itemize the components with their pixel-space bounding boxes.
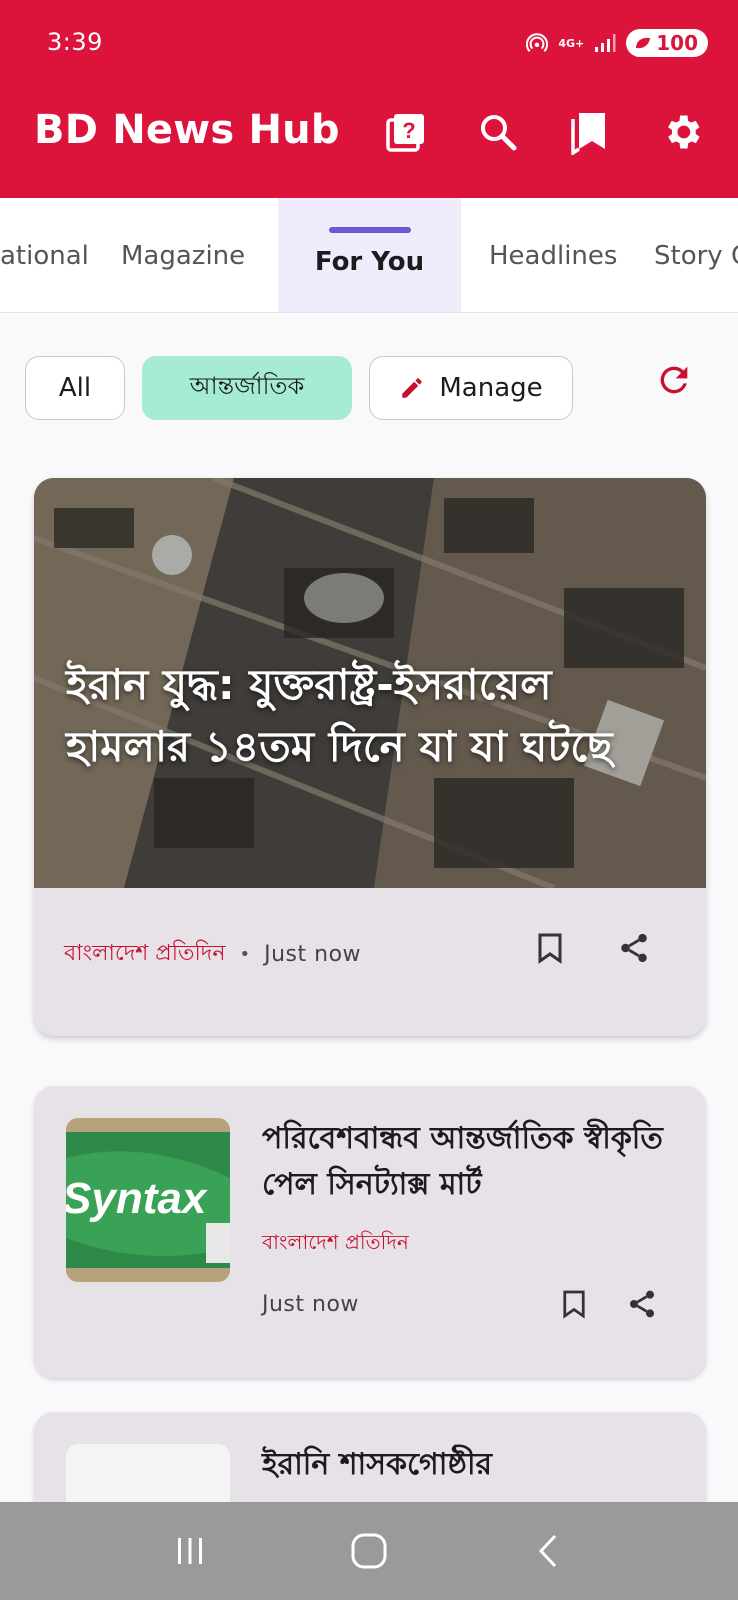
bookmark-icon bbox=[563, 1290, 585, 1319]
tab-headlines[interactable]: Headlines bbox=[489, 198, 629, 312]
leaf-icon bbox=[636, 37, 651, 49]
network-type-icon: 4G+ bbox=[558, 36, 585, 50]
thumb-logo-text: Syntax bbox=[66, 1174, 208, 1223]
tab-magazine[interactable]: Magazine bbox=[121, 198, 271, 312]
featured-article-title: ইরান যুদ্ধ: যুক্তরাষ্ট্র-ইসরায়েল হামলার… bbox=[66, 660, 613, 771]
meta-separator: • bbox=[239, 944, 251, 965]
chip-international[interactable]: আন্তর্জাতিক bbox=[142, 356, 352, 420]
bookmark-icon bbox=[538, 933, 562, 964]
search-icon bbox=[481, 115, 517, 151]
battery-level: 100 bbox=[656, 31, 698, 55]
refresh-button[interactable] bbox=[652, 358, 696, 402]
status-time: 3:39 bbox=[47, 28, 103, 56]
chip-all[interactable]: All bbox=[25, 356, 125, 420]
article-time: Just now bbox=[264, 942, 362, 967]
back-icon bbox=[539, 1534, 557, 1568]
manage-chip[interactable]: Manage bbox=[369, 356, 573, 420]
share-icon bbox=[630, 1290, 654, 1318]
bookmark-button[interactable] bbox=[528, 926, 572, 970]
help-button[interactable]: ? bbox=[380, 106, 432, 158]
help-icon: ? bbox=[386, 114, 424, 152]
top-app-bar: 3:39 4G+ 100 BD News Hub ? bbox=[0, 0, 738, 198]
article-card[interactable]: Syntax পরিবেশবান্ধব আন্তর্জাতিক স্বীকৃতি… bbox=[34, 1086, 706, 1378]
share-button[interactable] bbox=[620, 1282, 664, 1326]
featured-article-card[interactable]: ইরান যুদ্ধ: যুক্তরাষ্ট্র-ইসরায়েল হামলার… bbox=[34, 478, 706, 1036]
article-time: Just now bbox=[262, 1292, 359, 1317]
bookmarks-button[interactable] bbox=[564, 106, 616, 158]
article-thumbnail: Syntax bbox=[66, 1118, 230, 1282]
category-tabs: ational Magazine For You Headlines Story… bbox=[0, 198, 738, 313]
article-title: ইরানি শাসকগোষ্ঠীর bbox=[262, 1447, 493, 1482]
hotspot-icon bbox=[526, 32, 549, 54]
featured-article-image: ইরান যুদ্ধ: যুক্তরাষ্ট্র-ইসরায়েল হামলার… bbox=[34, 478, 706, 888]
edit-icon bbox=[402, 378, 423, 398]
tab-indicator bbox=[328, 227, 411, 233]
tab-for-you[interactable]: For You bbox=[278, 198, 461, 312]
status-icons: 4G+ 100 bbox=[526, 28, 708, 58]
home-icon bbox=[351, 1533, 387, 1569]
tab-national[interactable]: ational bbox=[0, 198, 110, 312]
back-button[interactable] bbox=[508, 1521, 588, 1581]
battery-indicator: 100 bbox=[626, 29, 708, 57]
share-icon bbox=[621, 933, 647, 963]
recent-apps-button[interactable] bbox=[150, 1521, 230, 1581]
bookmark-button[interactable] bbox=[552, 1282, 596, 1326]
refresh-icon bbox=[660, 366, 688, 394]
tab-story[interactable]: Story C bbox=[654, 198, 738, 312]
featured-article-meta: বাংলাদেশ প্রতিদিন • Just now bbox=[64, 936, 361, 973]
search-button[interactable] bbox=[472, 106, 524, 158]
bookmarks-icon bbox=[571, 113, 605, 155]
gear-icon bbox=[668, 115, 700, 149]
article-source: বাংলাদেশ প্রতিদিন bbox=[64, 941, 226, 966]
signal-icon bbox=[594, 33, 616, 53]
svg-text:?: ? bbox=[402, 118, 415, 143]
system-navigation-bar bbox=[0, 1502, 738, 1600]
share-button[interactable] bbox=[612, 926, 656, 970]
home-button[interactable] bbox=[329, 1521, 409, 1581]
article-title: পরিবেশবান্ধব আন্তর্জাতিক স্বীকৃতি পেল সি… bbox=[262, 1121, 663, 1202]
settings-button[interactable] bbox=[656, 106, 708, 158]
article-source: বাংলাদেশ প্রতিদিন bbox=[262, 1230, 409, 1254]
recent-apps-icon bbox=[177, 1538, 202, 1564]
app-title: BD News Hub bbox=[34, 107, 340, 153]
